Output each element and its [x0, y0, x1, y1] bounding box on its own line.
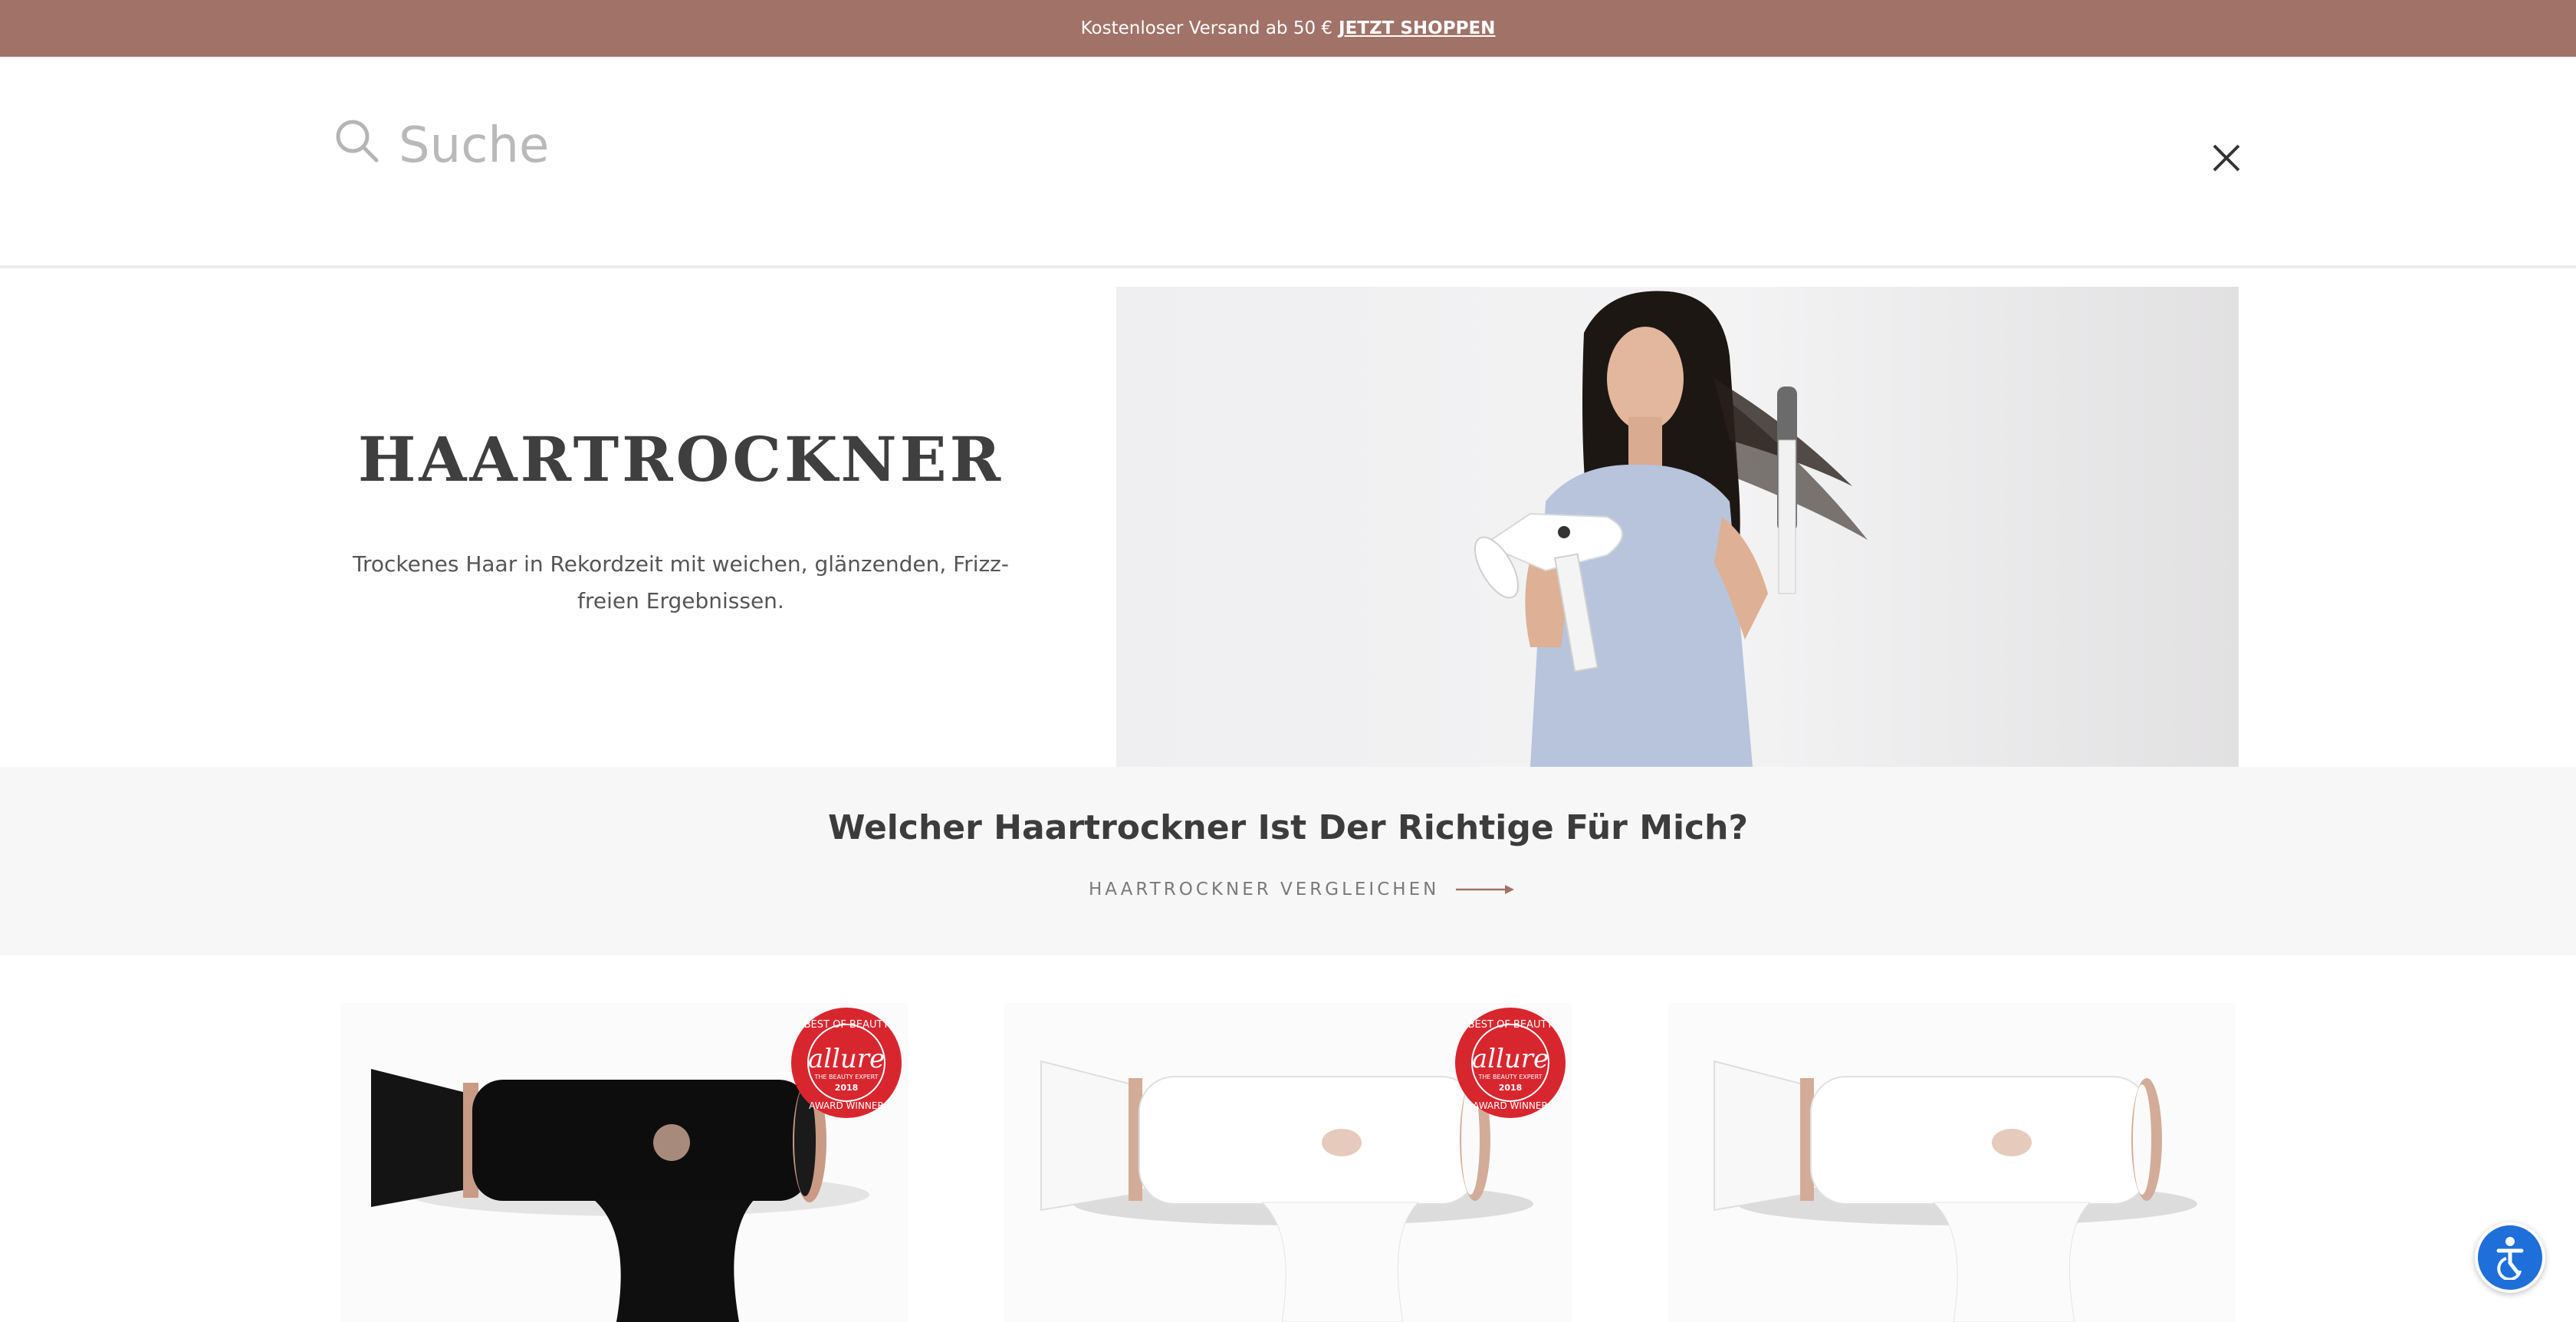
announcement-text: Kostenloser Versand ab 50 € — [1080, 18, 1333, 38]
badge-arc-top: BEST OF BEAUTY — [1468, 1019, 1553, 1031]
badge-brand: allure — [808, 1044, 885, 1074]
badge-year: 2018 — [1499, 1083, 1523, 1093]
shop-now-link[interactable]: JETZT SHOPPEN — [1339, 18, 1495, 38]
product-card[interactable] — [1668, 1003, 2236, 1322]
product-card[interactable]: BEST OF BEAUTY allure THE BEAUTY EXPERT … — [1004, 1003, 1572, 1322]
badge-tagline: THE BEAUTY EXPERT — [814, 1074, 879, 1080]
page-title: HAARTROCKNER — [357, 423, 1004, 495]
compare-section: Welcher Haartrockner Ist Der Richtige Fü… — [0, 767, 2576, 955]
badge-arc-bottom: AWARD WINNER — [1473, 1100, 1548, 1111]
badge-year: 2018 — [835, 1083, 859, 1093]
search-input[interactable] — [399, 109, 1549, 183]
accessibility-icon — [2496, 1237, 2524, 1280]
arrow-right-icon — [1456, 885, 1515, 894]
compare-heading: Welcher Haartrockner Ist Der Richtige Fü… — [828, 808, 1748, 847]
accessibility-button[interactable] — [2475, 1222, 2545, 1293]
product-card[interactable]: BEST OF BEAUTY allure THE BEAUTY EXPERT … — [340, 1003, 908, 1322]
badge-brand: allure — [1472, 1044, 1549, 1074]
white-hair-dryer-image — [1714, 1060, 2197, 1322]
compare-link-label: HAARTROCKNER VERGLEICHEN — [1089, 880, 1440, 899]
page-subtitle: Trockenes Haar in Rekordzeit mit weichen… — [353, 551, 1009, 613]
close-icon[interactable] — [2211, 143, 2242, 173]
badge-arc-top: BEST OF BEAUTY — [804, 1019, 889, 1031]
badge-tagline: THE BEAUTY EXPERT — [1478, 1074, 1543, 1080]
hero-image — [1116, 287, 2239, 767]
model-with-hair-dryer-illustration — [1116, 287, 2239, 767]
badge-arc-bottom: AWARD WINNER — [809, 1100, 884, 1111]
compare-dryers-link[interactable]: HAARTROCKNER VERGLEICHEN — [1089, 876, 1515, 903]
award-badge: BEST OF BEAUTY allure THE BEAUTY EXPERT … — [1455, 1008, 1566, 1118]
announcement-bar: Kostenloser Versand ab 50 € JETZT SHOPPE… — [0, 0, 2576, 57]
search-overlay — [0, 57, 2576, 268]
award-badge: BEST OF BEAUTY allure THE BEAUTY EXPERT … — [791, 1008, 902, 1118]
search-icon — [336, 120, 379, 163]
